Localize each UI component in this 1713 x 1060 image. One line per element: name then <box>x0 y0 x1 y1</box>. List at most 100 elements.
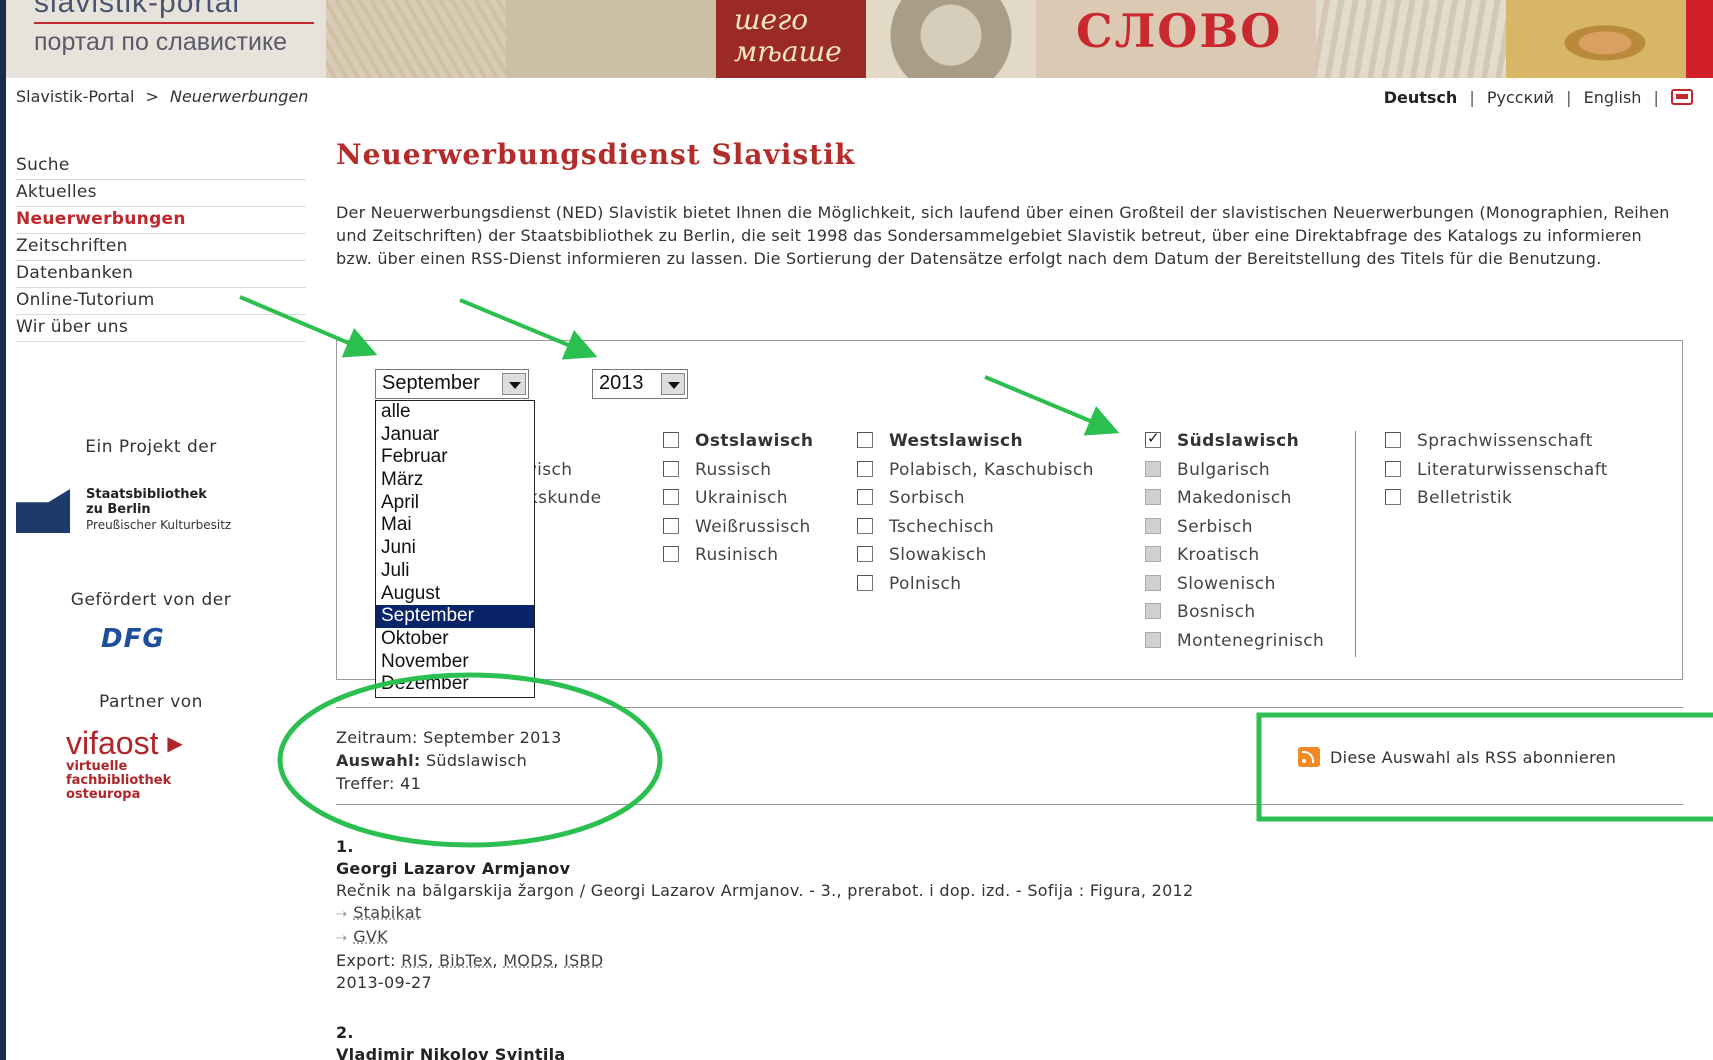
month-select[interactable]: September <box>375 369 529 399</box>
month-option-selected[interactable]: September <box>376 605 534 628</box>
partner-label: Partner von <box>99 692 203 712</box>
filter-divider <box>1355 431 1356 657</box>
result-title: Rečnik na bălgarskija žargon / Georgi La… <box>336 881 1194 900</box>
banner-image-red-edge <box>1686 0 1713 78</box>
chevron-down-icon[interactable] <box>661 373 685 395</box>
month-option[interactable]: Februar <box>376 446 534 469</box>
sidebar-item-online-tutorium[interactable]: Online-Tutorium <box>16 288 306 315</box>
month-option[interactable]: März <box>376 469 534 492</box>
checkbox-ostslawisch[interactable] <box>663 432 679 448</box>
label-kroatisch: Kroatisch <box>1177 545 1260 565</box>
filter-col-suedslawisch: Südslawisch Bulgarisch Makedonisch Serbi… <box>1145 429 1324 659</box>
lang-en-link[interactable]: English <box>1584 88 1642 107</box>
checkbox-montenegrinisch[interactable] <box>1145 631 1161 648</box>
checkbox-weissrussisch[interactable] <box>663 517 679 534</box>
export-bibtex-link[interactable]: BibTex <box>439 951 492 970</box>
auswahl-label: Auswahl: <box>336 751 421 770</box>
print-icon[interactable] <box>1671 89 1693 105</box>
checkbox-suedslawisch[interactable] <box>1145 429 1161 448</box>
checkbox-serbisch[interactable] <box>1145 517 1161 534</box>
checkbox-bosnisch[interactable] <box>1145 603 1161 619</box>
checkbox-sorbisch[interactable] <box>857 489 873 505</box>
month-option[interactable]: August <box>376 583 534 606</box>
list-item: 1. Georgi Lazarov Armjanov Rečnik na băl… <box>336 837 1194 992</box>
label-sorbisch: Sorbisch <box>889 488 965 508</box>
sidebar-item-neuerwerbungen[interactable]: Neuerwerbungen <box>16 207 306 234</box>
chevron-down-icon[interactable] <box>502 373 526 395</box>
month-option[interactable]: Dezember <box>376 673 534 696</box>
checkbox-rusinisch[interactable] <box>663 546 679 562</box>
sbb-eagle-icon <box>16 489 70 533</box>
month-option[interactable]: alle <box>376 401 534 424</box>
logo-underline <box>34 22 314 24</box>
vifaost-sub3: osteuropa <box>66 787 141 802</box>
checkbox-polnisch[interactable] <box>857 574 873 591</box>
checkbox-bulgarisch[interactable] <box>1145 460 1161 477</box>
stabikat-link[interactable]: Stabikat <box>353 903 421 922</box>
lang-de-link[interactable]: Deutsch <box>1384 88 1458 107</box>
breadcrumb-home-link[interactable]: Slavistik-Portal <box>16 87 134 106</box>
play-arrow-icon: ▶ <box>167 733 183 755</box>
month-dropdown-list[interactable]: alle Januar Februar März April Mai Juni … <box>375 400 535 698</box>
logo-subtitle: портал по славистике <box>34 28 288 56</box>
page-title: Neuerwerbungsdienst Slavistik <box>336 138 856 171</box>
funded-label: Gefördert von der <box>70 590 232 610</box>
sidebar-item-datenbanken[interactable]: Datenbanken <box>16 261 306 288</box>
label-bulgarisch: Bulgarisch <box>1177 459 1271 480</box>
checkbox-russisch[interactable] <box>663 460 679 477</box>
label-sprachwissenschaft: Sprachwissenschaft <box>1417 431 1593 451</box>
treffer-value: 41 <box>400 774 422 793</box>
breadcrumb: Slavistik-Portal > Neuerwerbungen <box>16 87 308 106</box>
banner-image-coin <box>866 0 1036 78</box>
gvk-link[interactable]: GVK <box>353 927 388 946</box>
label-belletristik: Belletristik <box>1417 488 1513 508</box>
month-option[interactable]: Juli <box>376 560 534 583</box>
label-rusinisch: Rusinisch <box>695 545 779 565</box>
checkbox-tschechisch[interactable] <box>857 517 873 534</box>
export-mods-link[interactable]: MODS <box>503 951 553 970</box>
month-option[interactable]: Januar <box>376 424 534 447</box>
checkbox-slowakisch[interactable] <box>857 546 873 562</box>
checkbox-ukrainisch[interactable] <box>663 489 679 505</box>
month-option[interactable]: Oktober <box>376 628 534 651</box>
dfg-logo[interactable]: DFG <box>101 624 165 654</box>
rss-subscribe-link[interactable]: Diese Auswahl als RSS abonnieren <box>1298 747 1616 767</box>
breadcrumb-current: Neuerwerbungen <box>169 87 309 106</box>
month-option[interactable]: Mai <box>376 514 534 537</box>
result-number: 2. <box>336 1023 354 1042</box>
label-slowakisch: Slowakisch <box>889 545 987 565</box>
sidebar-item-zeitschriften[interactable]: Zeitschriften <box>16 234 306 261</box>
site-logo[interactable]: slavistik-portal портал по славистике <box>6 0 326 78</box>
month-option[interactable]: April <box>376 492 534 515</box>
sbb-logo[interactable]: Staatsbibliothek zu Berlin Preußischer K… <box>16 487 276 537</box>
checkbox-kroatisch[interactable] <box>1145 546 1161 562</box>
month-option[interactable]: November <box>376 651 534 674</box>
treffer-label: Treffer: <box>336 774 395 793</box>
lang-ru-link[interactable]: Русский <box>1487 88 1554 107</box>
zeitraum-label: Zeitraum: <box>336 728 418 747</box>
checkbox-sprachwissenschaft[interactable] <box>1385 432 1401 448</box>
filter-box: September 2013 en awisch olkskunde Ostsl… <box>336 340 1683 698</box>
month-option[interactable]: Juni <box>376 537 534 560</box>
breadcrumb-separator: > <box>145 87 159 106</box>
export-ris-link[interactable]: RIS <box>401 951 428 970</box>
sbb-name-line3: Preußischer Kulturbesitz <box>86 518 232 532</box>
banner-slovo-text: СЛОВО <box>1076 4 1283 58</box>
checkbox-literaturwissenschaft[interactable] <box>1385 460 1401 477</box>
sidebar-item-suche[interactable]: Suche <box>16 153 306 180</box>
vifaost-logo[interactable]: vifaost ▶ virtuelle fachbibliothek osteu… <box>66 727 183 802</box>
checkbox-belletristik[interactable] <box>1385 489 1401 505</box>
project-label: Ein Projekt der <box>85 437 217 457</box>
checkbox-polabisch[interactable] <box>857 460 873 477</box>
sidebar-item-aktuelles[interactable]: Aktuelles <box>16 180 306 207</box>
checkbox-slowenisch[interactable] <box>1145 574 1161 591</box>
year-select[interactable]: 2013 <box>592 369 688 399</box>
sidebar-item-wir-ueber-uns[interactable]: Wir über uns <box>16 315 306 342</box>
export-isbd-link[interactable]: ISBD <box>564 951 603 970</box>
label-ostslawisch: Ostslawisch <box>695 431 814 451</box>
vifaost-sub2: fachbibliothek <box>66 773 172 788</box>
checkbox-makedonisch[interactable] <box>1145 489 1161 505</box>
checkbox-westslawisch[interactable] <box>857 432 873 448</box>
arrow-bullet-icon: ⇢ <box>336 931 348 946</box>
result-author: Georgi Lazarov Armjanov <box>336 859 571 878</box>
